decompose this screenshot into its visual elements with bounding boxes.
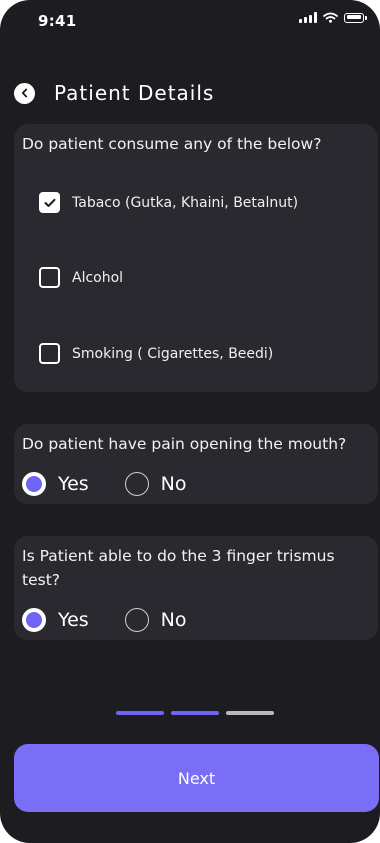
mouth-pain-no-radio[interactable] — [124, 472, 149, 496]
consumption-question: Do patient consume any of the below? — [22, 135, 322, 153]
option-tabaco[interactable]: Tabaco (Gutka, Khaini, Betalnut) — [39, 192, 298, 213]
alcohol-label: Alcohol — [72, 269, 124, 286]
mouth-pain-card: Do patient have pain opening the mouth? … — [14, 424, 378, 504]
trismus-no-option[interactable]: No — [124, 608, 187, 632]
trismus-yes-option[interactable]: Yes — [22, 608, 89, 632]
trismus-test-radio-group: Yes No — [22, 608, 223, 632]
mouth-pain-yes-radio[interactable] — [22, 472, 46, 496]
header: Patient Details — [14, 78, 214, 108]
step-indicator-segment — [171, 711, 219, 715]
consumption-card: Do patient consume any of the below? Tab… — [14, 124, 378, 392]
trismus-yes-label: Yes — [58, 609, 89, 631]
step-indicator — [116, 711, 274, 715]
status-icons — [299, 12, 367, 23]
page-title: Patient Details — [54, 81, 215, 105]
tabaco-checkbox[interactable] — [39, 192, 60, 213]
status-bar: 9:41 — [0, 0, 380, 40]
mouth-pain-question: Do patient have pain opening the mouth? — [22, 435, 347, 453]
mouth-pain-radio-group: Yes No — [22, 472, 223, 496]
wifi-icon — [323, 12, 338, 23]
cellular-signal-icon — [299, 12, 317, 23]
next-button[interactable]: Next — [14, 744, 379, 812]
smoking-checkbox[interactable] — [39, 343, 60, 364]
checkmark-icon — [44, 198, 55, 207]
trismus-no-label: No — [160, 609, 187, 631]
smoking-label: Smoking ( Cigarettes, Beedi) — [72, 345, 274, 362]
option-smoking[interactable]: Smoking ( Cigarettes, Beedi) — [39, 343, 273, 364]
battery-icon — [344, 12, 367, 23]
tabaco-label: Tabaco (Gutka, Khaini, Betalnut) — [72, 194, 299, 211]
mouth-pain-no-label: No — [160, 473, 187, 495]
step-indicator-segment — [116, 711, 164, 715]
trismus-yes-radio[interactable] — [22, 608, 46, 632]
trismus-test-question: Is Patient able to do the 3 finger trism… — [22, 547, 335, 589]
back-button[interactable] — [14, 82, 35, 104]
step-indicator-segment — [226, 711, 274, 715]
mouth-pain-yes-option[interactable]: Yes — [22, 472, 89, 496]
mouth-pain-yes-label: Yes — [58, 473, 89, 495]
mouth-pain-no-option[interactable]: No — [124, 472, 187, 496]
trismus-no-radio[interactable] — [124, 608, 149, 632]
option-alcohol[interactable]: Alcohol — [39, 267, 123, 288]
app-screen: 9:41 Patient Details Do patient consume … — [0, 0, 380, 843]
chevron-left-icon — [21, 88, 27, 98]
status-time: 9:41 — [38, 12, 77, 30]
trismus-test-card: Is Patient able to do the 3 finger trism… — [14, 536, 378, 640]
alcohol-checkbox[interactable] — [39, 267, 60, 288]
